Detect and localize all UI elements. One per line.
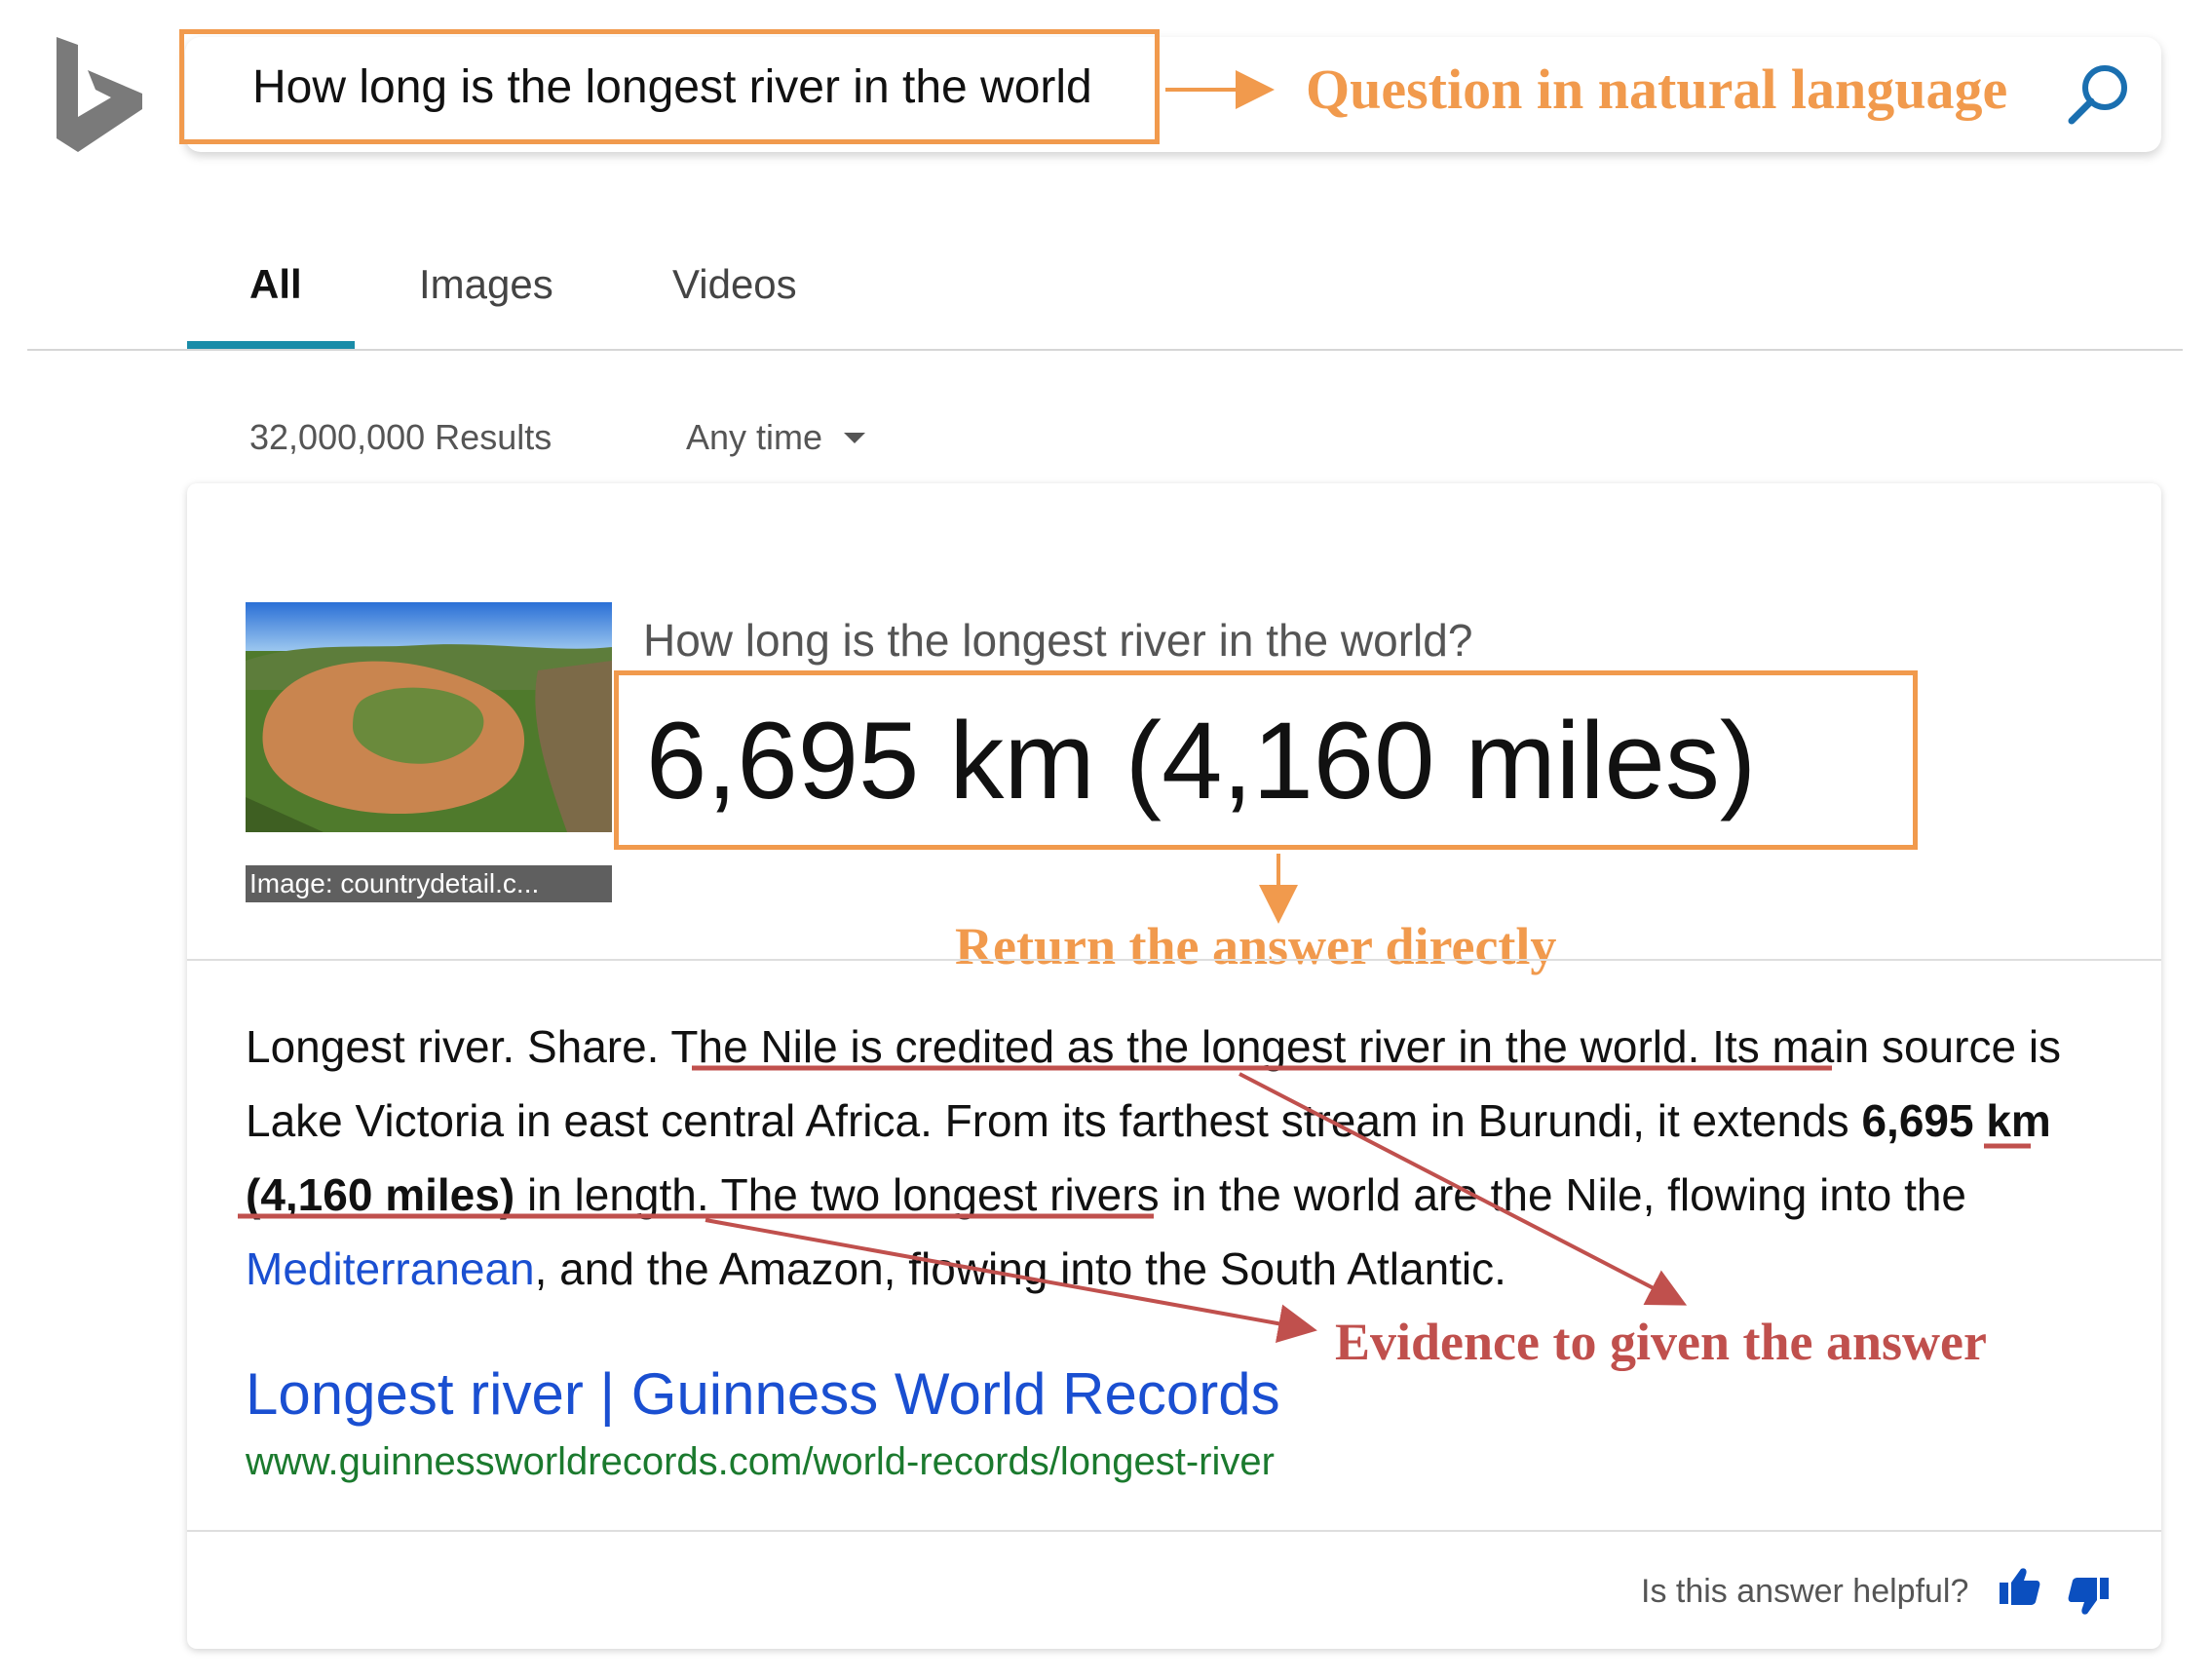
feedback-divider	[187, 1530, 2161, 1532]
river-thumbnail-image[interactable]	[246, 602, 612, 832]
tab-images[interactable]: Images	[419, 261, 553, 308]
time-filter-label: Any time	[686, 417, 823, 457]
snippet-text-3: extends	[1679, 1095, 1862, 1146]
answer-annotation: Return the answer directly	[955, 917, 1557, 975]
bing-logo[interactable]	[57, 37, 142, 152]
image-caption: Image: countrydetail.c...	[246, 865, 612, 902]
snippet-text-1: Longest river. Share.	[246, 1021, 671, 1072]
search-icon[interactable]	[2064, 60, 2132, 129]
card-divider	[187, 959, 2161, 961]
snippet-text-5: The two longest rivers in the world are …	[708, 1169, 1967, 1220]
mediterranean-link[interactable]: Mediterranean	[246, 1243, 535, 1294]
answer-snippet: Longest river. Share. The Nile is credit…	[246, 1010, 2136, 1306]
tab-all[interactable]: All	[249, 261, 302, 308]
source-url[interactable]: www.guinnessworldrecords.com/world-recor…	[246, 1440, 1275, 1484]
source-title-link[interactable]: Longest river | Guinness World Records	[246, 1360, 1280, 1428]
nav-divider	[27, 349, 2183, 351]
feedback-prompt: Is this answer helpful?	[1641, 1573, 1969, 1610]
chevron-down-icon	[844, 432, 866, 443]
direct-answer: 6,695 km (4,160 miles)	[614, 670, 1918, 850]
tab-videos[interactable]: Videos	[672, 261, 797, 308]
evidence-annotation: Evidence to given the answer	[1335, 1313, 1987, 1371]
snippet-evidence-sentence: The Nile is credited as the longest rive…	[670, 1021, 1700, 1072]
question-annotation: Question in natural language	[1306, 57, 2008, 121]
snippet-evidence-pronoun: it	[1657, 1095, 1680, 1146]
snippet-text-6: , and the Amazon, flowing into the South…	[534, 1243, 1506, 1294]
snippet-text-4: in length.	[514, 1169, 709, 1220]
search-input[interactable]: How long is the longest river in the wor…	[179, 29, 1160, 144]
answer-question: How long is the longest river in the wor…	[643, 615, 1473, 666]
time-filter-dropdown[interactable]: Any time	[686, 417, 866, 458]
thumbs-up-icon[interactable]	[1998, 1565, 2040, 1608]
thumbs-down-icon[interactable]	[2068, 1575, 2111, 1618]
results-count: 32,000,000 Results	[249, 417, 552, 457]
